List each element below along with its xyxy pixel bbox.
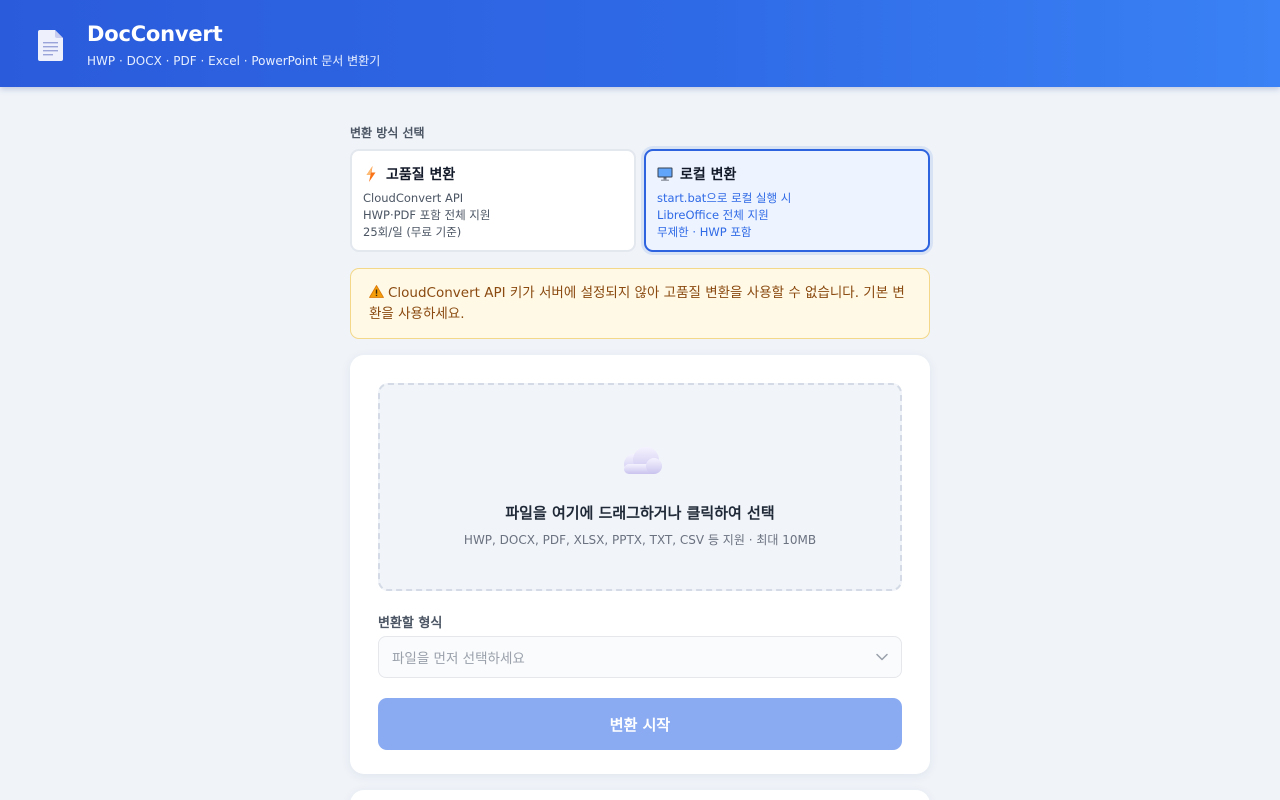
format-label: 변환할 형식: [378, 616, 443, 631]
secondary-card: [350, 790, 930, 800]
warning-text: CloudConvert API 키가 서버에 설정되지 않아 고품질 변환을 …: [369, 285, 905, 322]
dropzone-title: 파일을 여기에 드래그하거나 클릭하여 선택: [505, 504, 775, 522]
mode-option-local[interactable]: 로컬 변환 start.bat으로 로컬 실행 시 LibreOffice 전체…: [644, 149, 930, 252]
document-icon: [38, 30, 63, 61]
mode-desc-line: 무제한 · HWP 포함: [657, 225, 752, 239]
chevron-down-icon: [876, 653, 888, 661]
mode-desc-line: LibreOffice 전체 지원: [657, 208, 769, 222]
format-select-value: 파일을 먼저 선택하세요: [392, 651, 525, 667]
converter-card: 파일을 여기에 드래그하거나 클릭하여 선택 HWP, DOCX, PDF, X…: [350, 355, 930, 774]
file-dropzone[interactable]: 파일을 여기에 드래그하거나 클릭하여 선택 HWP, DOCX, PDF, X…: [378, 383, 902, 591]
app-title: DocConvert: [87, 22, 223, 46]
api-key-warning: CloudConvert API 키가 서버에 설정되지 않아 고품질 변환을 …: [350, 268, 930, 339]
start-conversion-button[interactable]: 변환 시작: [378, 698, 902, 750]
mode-title: 로컬 변환: [680, 167, 737, 183]
mode-title: 고품질 변환: [386, 167, 456, 183]
mode-section-label: 변환 방식 선택: [350, 126, 425, 140]
warning-icon: [369, 285, 384, 298]
mode-desc-line: start.bat으로 로컬 실행 시: [657, 191, 792, 205]
lightning-icon: [366, 166, 376, 182]
mode-desc-line: 25회/일 (무료 기준): [363, 225, 462, 239]
mode-option-high-quality[interactable]: 고품질 변환 CloudConvert API HWP·PDF 포함 전체 지원…: [350, 149, 636, 252]
dropzone-hint: HWP, DOCX, PDF, XLSX, PPTX, TXT, CSV 등 지…: [463, 533, 817, 547]
computer-icon: [657, 167, 673, 181]
mode-desc-line: CloudConvert API: [363, 191, 464, 205]
app-header: DocConvert HWP · DOCX · PDF · Excel · Po…: [0, 0, 1280, 87]
app-subtitle: HWP · DOCX · PDF · Excel · PowerPoint 문서…: [87, 54, 381, 68]
mode-desc-line: HWP·PDF 포함 전체 지원: [363, 208, 491, 222]
cloud-icon: [624, 447, 662, 474]
format-select[interactable]: 파일을 먼저 선택하세요: [378, 636, 902, 678]
